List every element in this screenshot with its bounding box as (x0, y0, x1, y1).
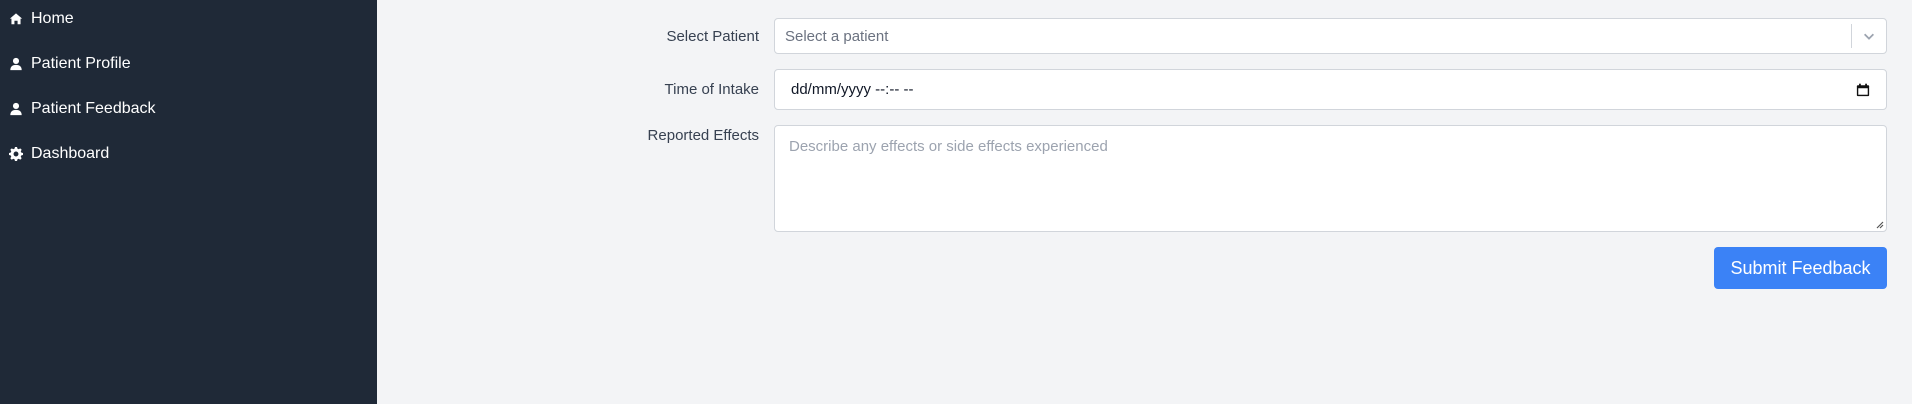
home-icon (9, 12, 23, 26)
reported-effects-textarea[interactable]: Describe any effects or side effects exp… (774, 125, 1887, 232)
submit-feedback-button[interactable]: Submit Feedback (1714, 247, 1887, 289)
gear-icon (9, 147, 23, 161)
reported-effects-placeholder: Describe any effects or side effects exp… (789, 138, 1108, 155)
calendar-icon[interactable] (1848, 75, 1878, 105)
reported-effects-label: Reported Effects (647, 127, 759, 144)
select-patient-dropdown[interactable]: Select a patient (774, 18, 1887, 54)
sidebar-item-label: Home (31, 10, 74, 27)
user-icon (9, 102, 23, 116)
time-of-intake-label: Time of Intake (664, 81, 759, 98)
resize-handle-icon[interactable] (1874, 219, 1884, 229)
sidebar-item-patient-feedback[interactable]: Patient Feedback (9, 96, 156, 122)
select-patient-placeholder: Select a patient (785, 27, 889, 45)
time-of-intake-input[interactable]: dd/mm/yyyy --:-- -- (774, 69, 1887, 110)
sidebar-item-label: Patient Feedback (31, 100, 156, 117)
sidebar-item-patient-profile[interactable]: Patient Profile (9, 51, 131, 77)
sidebar: Home Patient Profile Patient Feedback Da… (0, 0, 377, 404)
chevron-down-icon[interactable] (1852, 19, 1886, 53)
sidebar-item-home[interactable]: Home (9, 6, 74, 32)
sidebar-item-label: Patient Profile (31, 55, 131, 72)
select-patient-label: Select Patient (666, 28, 759, 45)
user-icon (9, 57, 23, 71)
sidebar-item-dashboard[interactable]: Dashboard (9, 141, 109, 167)
time-of-intake-value: dd/mm/yyyy --:-- -- (791, 81, 914, 98)
sidebar-item-label: Dashboard (31, 145, 110, 162)
